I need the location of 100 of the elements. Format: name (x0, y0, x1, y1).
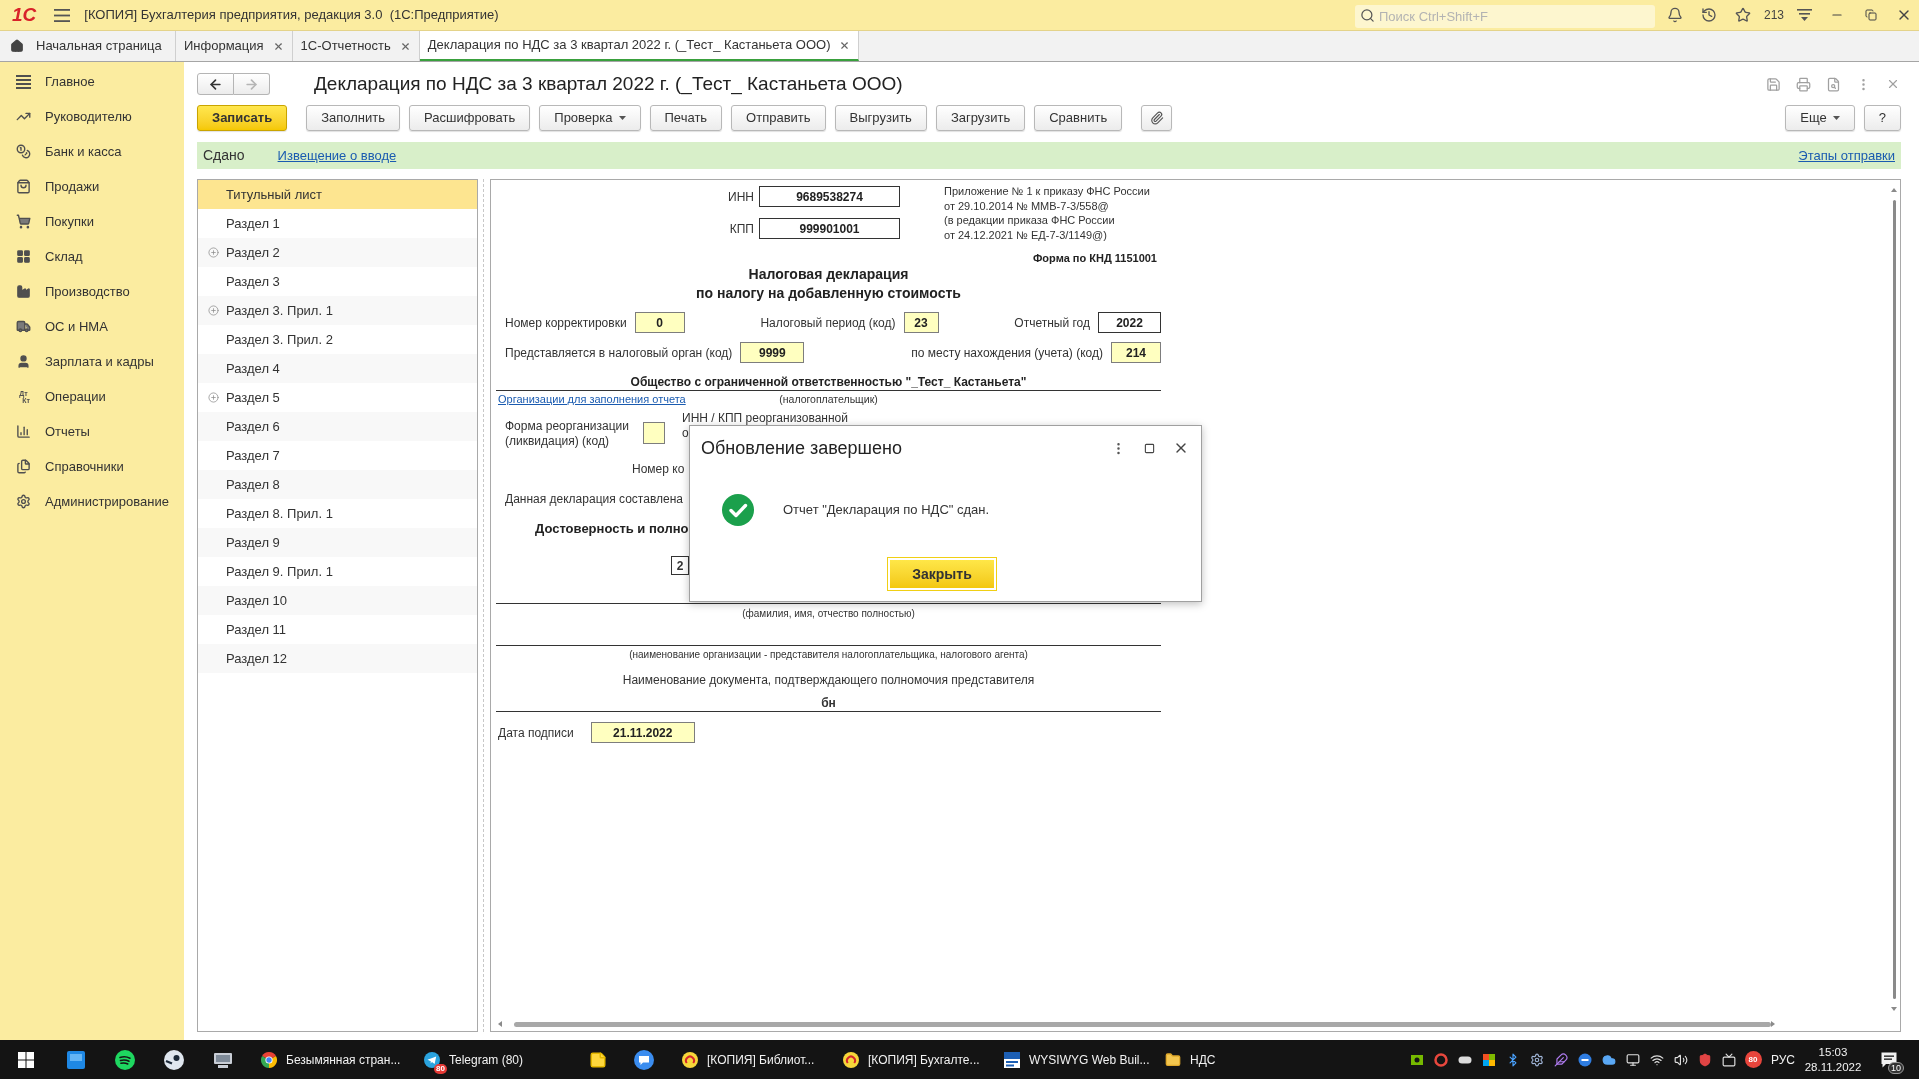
primary-button[interactable]: Записать (197, 105, 288, 131)
sidebar-item[interactable]: Администрирование (0, 484, 184, 519)
section-item[interactable]: Раздел 6 (198, 412, 477, 441)
restore-icon[interactable] (1865, 9, 1877, 21)
toolbar-button[interactable]: Сравнить (1034, 105, 1123, 131)
device-icon[interactable] (212, 1050, 233, 1069)
square-logo-icon[interactable] (1410, 1052, 1424, 1067)
print-icon[interactable] (1795, 76, 1811, 92)
sidebar-item[interactable]: Покупки (0, 204, 184, 239)
gear-icon[interactable] (1530, 1052, 1544, 1067)
value-field[interactable]: 214 (1111, 342, 1161, 363)
value-field[interactable]: 23 (903, 312, 939, 333)
scrollbar-thumb[interactable] (514, 1021, 1771, 1027)
attach-button[interactable] (1141, 105, 1173, 131)
sidebar-item[interactable]: Продажи (0, 169, 184, 204)
toolbar-button[interactable]: Печать (649, 105, 723, 131)
pinwheel-icon[interactable] (1482, 1052, 1496, 1067)
stages-link[interactable]: Этапы отправки (1798, 145, 1895, 166)
section-item[interactable]: Раздел 2 (198, 238, 477, 267)
tab[interactable]: Начальная страница (0, 31, 176, 61)
menu-caret-icon[interactable] (1796, 9, 1812, 21)
value-field[interactable]: 2 (671, 556, 689, 575)
sidebar-item[interactable]: Справочники (0, 449, 184, 484)
speaker-icon[interactable] (1674, 1052, 1688, 1067)
toolbar-button[interactable]: Отправить (731, 105, 826, 131)
menu-icon[interactable] (54, 8, 71, 22)
maximize-icon[interactable] (1144, 442, 1155, 454)
organizations-link[interactable]: Организации для заполнения отчета (498, 393, 686, 406)
count-badge[interactable]: 80 (1744, 1051, 1762, 1068)
taskbar-button[interactable]: НДС (1156, 1040, 1315, 1079)
sidebar-item[interactable]: Склад (0, 239, 184, 274)
section-item[interactable]: Раздел 9 (198, 528, 477, 557)
taskbar-button[interactable]: 80 Telegram (80) (415, 1040, 575, 1079)
value-field[interactable] (643, 422, 665, 444)
save-icon[interactable] (1765, 76, 1781, 92)
screen-icon[interactable] (1722, 1052, 1736, 1067)
value-field[interactable]: 9999 (740, 342, 805, 363)
section-item[interactable]: Титульный лист (198, 180, 477, 209)
toolbar-button[interactable]: Загрузить (935, 105, 1026, 131)
value-field[interactable]: 9689538274 (759, 186, 900, 207)
back-button[interactable] (197, 73, 234, 95)
sidebar-item[interactable]: Руководителю (0, 99, 184, 134)
scroll-up-icon[interactable] (1891, 188, 1897, 192)
section-item[interactable]: Раздел 8 (198, 470, 477, 499)
notice-link[interactable]: Извещение о вводе (277, 145, 397, 166)
sidebar-item[interactable]: ОС и НМА (0, 309, 184, 344)
scroll-down-icon[interactable] (1891, 1007, 1897, 1011)
search-field[interactable]: Поиск Ctrl+Shift+F (1355, 4, 1655, 28)
star-icon[interactable] (1735, 7, 1751, 23)
toolbar-button[interactable]: Заполнить (306, 105, 401, 131)
wifi-icon[interactable] (1650, 1052, 1664, 1067)
section-item[interactable]: Раздел 3. Прил. 1 (198, 296, 477, 325)
language-indicator[interactable]: РУС (1771, 1050, 1795, 1069)
scroll-left-icon[interactable] (498, 1021, 502, 1027)
sidebar-item[interactable]: Производство (0, 274, 184, 309)
value-field[interactable]: 0 (634, 312, 685, 333)
dropdown-button[interactable]: Еще (1785, 105, 1855, 131)
sidebar-item[interactable]: Банк и касса (0, 134, 184, 169)
close-icon[interactable] (839, 39, 851, 51)
feather-icon[interactable] (1554, 1052, 1568, 1067)
toolbar-button[interactable]: ? (1863, 105, 1901, 131)
value-field[interactable]: 999901001 (759, 218, 900, 239)
sidebar-item[interactable]: Зарплата и кадры (0, 344, 184, 379)
clock-button[interactable]: 15:03 28.11.2022 (1801, 1044, 1865, 1075)
tab[interactable]: Информация (176, 31, 293, 61)
cloud-icon[interactable] (1602, 1052, 1616, 1067)
value-field[interactable]: 21.11.2022 (590, 722, 695, 743)
scrollbar-thumb[interactable] (1892, 200, 1896, 999)
tab[interactable]: 1С-Отчетность (292, 31, 420, 61)
tab[interactable]: Декларация по НДС за 3 квартал 2022 г. (_Тест_ Кастаньета ООО) (419, 31, 860, 61)
value-field[interactable]: 2022 (1098, 312, 1161, 333)
monitor-icon[interactable] (1626, 1052, 1640, 1067)
section-item[interactable]: Раздел 12 (198, 644, 477, 673)
close-button[interactable]: Закрыть (887, 557, 997, 591)
counter-label[interactable]: 213 (1764, 6, 1784, 24)
field-label: Представляется в налоговый орган (код) (505, 344, 733, 362)
close-icon[interactable] (272, 40, 284, 52)
note-icon[interactable] (589, 1050, 607, 1069)
section-item[interactable]: Раздел 4 (198, 354, 477, 383)
section-item[interactable]: Раздел 10 (198, 586, 477, 615)
sound-waves-icon[interactable] (114, 1049, 135, 1070)
taskbar-button[interactable]: [КОПИЯ] Бухгалте... (834, 1040, 993, 1079)
taskbar-button[interactable]: [КОПИЯ] Библиот... (673, 1040, 832, 1079)
close-icon[interactable] (399, 40, 411, 52)
knob-icon[interactable] (163, 1049, 184, 1070)
tile-icon[interactable] (66, 1050, 85, 1069)
history-icon[interactable] (1701, 7, 1717, 23)
dropdown-button[interactable]: Проверка (539, 105, 641, 131)
taskbar-button[interactable]: Безымянная стран... (252, 1040, 412, 1079)
sidebar-item[interactable]: Отчеты (0, 414, 184, 449)
taskbar-button[interactable]: WYSIWYG Web Buil... (995, 1040, 1154, 1079)
preview-icon[interactable] (1825, 76, 1841, 92)
toolbar-button[interactable]: Расшифровать (409, 105, 531, 131)
toolbar-button[interactable]: Выгрузить (834, 105, 927, 131)
chat-bubble-icon[interactable] (634, 1049, 654, 1070)
sidebar-item[interactable]: Главное (0, 64, 184, 99)
shield-icon[interactable] (1698, 1052, 1712, 1067)
minus-circle-icon[interactable] (1578, 1052, 1592, 1067)
bell-icon[interactable] (1667, 7, 1683, 23)
ring-icon[interactable] (1434, 1052, 1448, 1067)
